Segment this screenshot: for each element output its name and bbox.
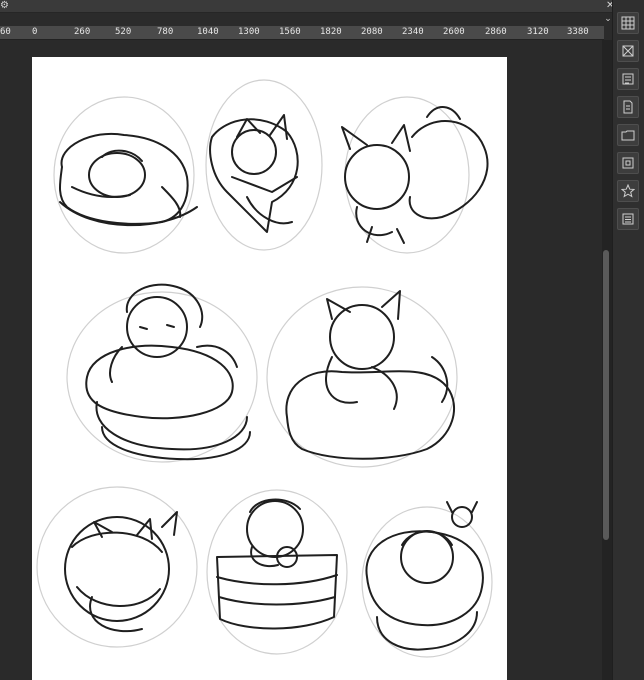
ruler-tick: 2080 <box>361 27 383 37</box>
gear-icon[interactable]: ⚙ <box>0 0 9 12</box>
list-icon[interactable] <box>617 208 639 230</box>
ruler-tick: 0 <box>32 27 38 37</box>
right-tool-panel <box>612 0 644 680</box>
scrollbar-thumb[interactable] <box>603 250 609 540</box>
ruler-tick: 2600 <box>443 27 465 37</box>
canvas-page[interactable] <box>32 57 507 680</box>
frame-icon[interactable] <box>617 152 639 174</box>
ruler-tick: 3120 <box>527 27 549 37</box>
ruler-tick: 520 <box>115 27 132 37</box>
sketch-artwork <box>36 79 493 658</box>
ruler-tick: 3380 <box>567 27 589 37</box>
window-titlebar: ⚙ ✕ <box>0 0 644 13</box>
ruler-tick: 1040 <box>197 27 219 37</box>
ruler-tick: 1820 <box>320 27 342 37</box>
layers-icon[interactable] <box>617 68 639 90</box>
horizontal-ruler[interactable]: 60 0 260 520 780 1040 1300 1560 1820 208… <box>0 26 604 40</box>
crop-icon[interactable] <box>617 40 639 62</box>
ruler-tick: 2340 <box>402 27 424 37</box>
ruler-tick: 260 <box>74 27 91 37</box>
grid-icon[interactable] <box>617 12 639 34</box>
ruler-tick: 1300 <box>238 27 260 37</box>
ruler-tick: 2860 <box>485 27 507 37</box>
document-icon[interactable] <box>617 96 639 118</box>
folder-icon[interactable] <box>617 124 639 146</box>
star-icon[interactable] <box>617 180 639 202</box>
ruler-tick: 60 <box>0 27 11 37</box>
ruler-tick: 780 <box>157 27 174 37</box>
ruler-tick: 1560 <box>279 27 301 37</box>
